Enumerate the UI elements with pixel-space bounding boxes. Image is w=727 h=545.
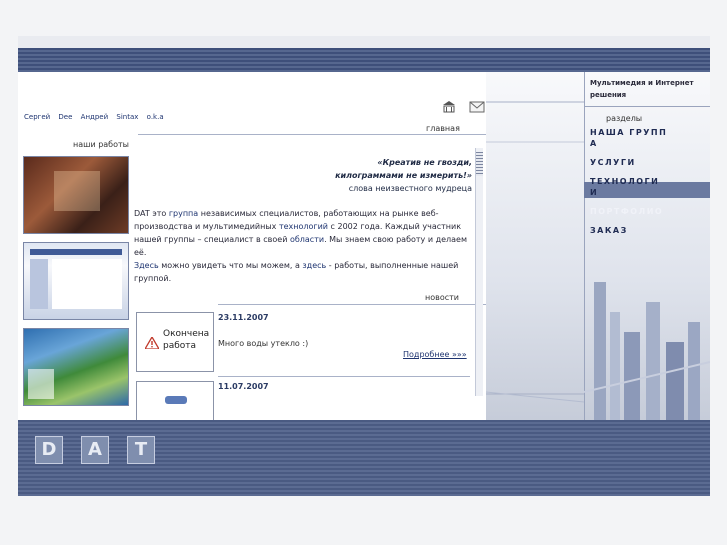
mail-icon[interactable]	[469, 101, 485, 113]
divider	[584, 106, 710, 107]
news-date: 23.11.2007	[218, 313, 269, 322]
area-link[interactable]: области	[290, 235, 324, 244]
site-tagline: Мультимедия и Интернет решения	[590, 79, 694, 99]
warning-icon	[143, 334, 161, 353]
news-title: новости	[425, 293, 459, 302]
divider	[218, 304, 486, 305]
logo-letter[interactable]: T	[127, 436, 155, 464]
menu-item-services[interactable]: УСЛУГИ	[590, 157, 670, 168]
decorative-lines	[486, 101, 584, 403]
person-link[interactable]: Dee	[58, 113, 72, 121]
quote-line: килограммами не измерить!»	[335, 171, 472, 180]
about-text-part: это	[152, 209, 167, 218]
content-scrollbar[interactable]	[475, 148, 483, 396]
quote: «Креатив не гвозди, килограммами не изме…	[268, 156, 472, 195]
news-date: 11.07.2007	[218, 382, 269, 391]
divider	[138, 134, 486, 135]
divider	[218, 376, 470, 377]
section-menu: НАША ГРУПП А УСЛУГИ ТЕХНОЛОГИ И ПОРТФОЛИ…	[590, 127, 670, 244]
technologies-link[interactable]: технологий	[279, 222, 328, 231]
news-text: Много воды утекло :)	[218, 339, 309, 348]
quote-author: слова неизвестного мудреца	[348, 184, 472, 193]
about-text-part: можно увидеть что мы можем, а	[161, 261, 300, 270]
news-more-link[interactable]: Подробнее »»»	[403, 350, 467, 359]
news-image[interactable]	[136, 381, 214, 421]
person-link[interactable]: Андрей	[81, 113, 109, 121]
about-text: DAT это группа независимых специалистов,…	[134, 207, 472, 285]
bottom-bar	[18, 420, 710, 496]
right-panel: Мультимедия и Интернет решения разделы Н…	[486, 72, 710, 420]
logo-letter[interactable]: A	[81, 436, 109, 464]
person-link[interactable]: Сергей	[24, 113, 50, 121]
sections-label: разделы	[606, 114, 643, 123]
here-link[interactable]: здесь	[302, 261, 326, 270]
logo-letter[interactable]: D	[35, 436, 63, 464]
work-thumbnail[interactable]	[23, 242, 129, 320]
here-link[interactable]: Здесь	[134, 261, 159, 270]
top-bar	[18, 36, 710, 72]
menu-item-order[interactable]: ЗАКАЗ	[590, 225, 670, 236]
scrollbar-thumb[interactable]	[476, 152, 483, 176]
quote-line: «Креатив не гвозди,	[377, 158, 472, 167]
works-title: наши работы	[73, 140, 129, 149]
main-link[interactable]: главная	[426, 124, 460, 133]
brand-name: DAT	[134, 209, 150, 218]
city-illustration	[584, 282, 710, 420]
news-image[interactable]: Окончена работа	[136, 312, 214, 372]
menu-item-technologies[interactable]: ТЕХНОЛОГИ И	[590, 176, 670, 198]
site-frame: Сергей Dee Андрей Sintax o.k.a наши рабо…	[18, 36, 710, 496]
people-links: Сергей Dee Андрей Sintax o.k.a	[24, 113, 170, 121]
home-icon[interactable]	[442, 101, 456, 113]
header-icons	[434, 98, 485, 117]
menu-item-portfolio[interactable]: ПОРТФОЛИО	[590, 206, 670, 217]
person-link[interactable]: Sintax	[116, 113, 138, 121]
news-image-text: Окончена работа	[163, 329, 210, 351]
work-thumbnail[interactable]	[23, 156, 129, 234]
menu-item-group[interactable]: НАША ГРУПП А	[590, 127, 670, 149]
work-thumbnail[interactable]	[23, 328, 129, 406]
person-link[interactable]: o.k.a	[147, 113, 164, 121]
group-link[interactable]: группа	[169, 209, 198, 218]
